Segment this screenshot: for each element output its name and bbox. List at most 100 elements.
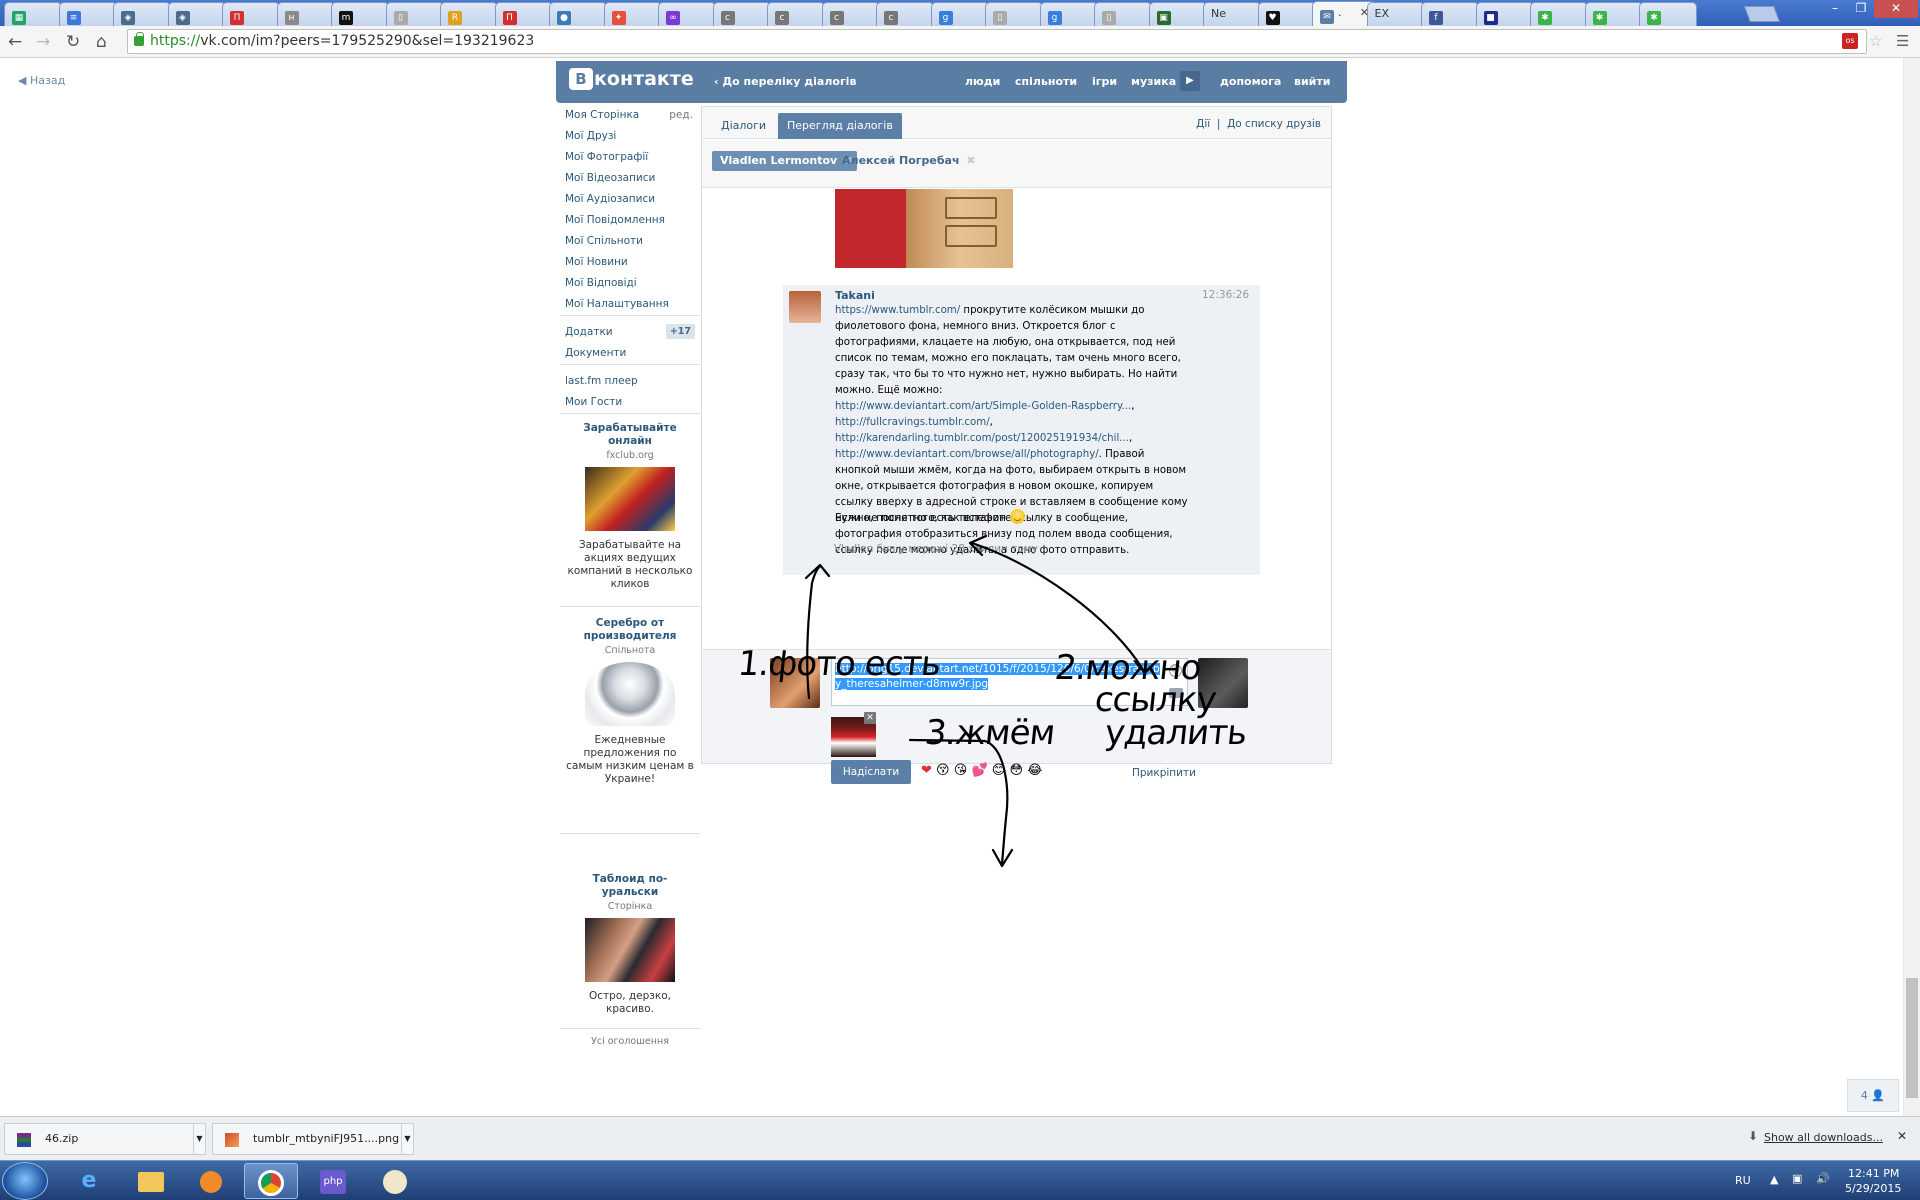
browser-tab[interactable]: ▯ <box>985 2 1043 26</box>
flushed-emoji-icon[interactable]: 😳 <box>1009 763 1023 778</box>
close-window-button[interactable]: ✕ <box>1874 0 1918 18</box>
menu-item-audio[interactable]: Мої Аудіозаписи <box>565 193 695 205</box>
ad-block[interactable]: Зарабатывайте онлайн fxclub.org Зарабаты… <box>565 422 695 591</box>
lastpass-icon[interactable]: os <box>1842 33 1858 49</box>
menu-item-communities[interactable]: Мої Спільноти <box>565 235 695 247</box>
clock-date[interactable]: 5/29/2015 <box>1845 1182 1901 1195</box>
chevron-down-icon[interactable]: ▼ <box>193 1124 205 1154</box>
nav-communities[interactable]: спільноти <box>1015 75 1077 88</box>
nav-music[interactable]: музика <box>1131 75 1176 88</box>
bookmark-star-icon[interactable]: ☆ <box>1869 32 1882 50</box>
browser-tab[interactable]: ● <box>549 2 607 26</box>
language-indicator[interactable]: RU <box>1735 1174 1751 1187</box>
message-link[interactable]: http://www.deviantart.com/browse/all/pho… <box>835 449 1099 460</box>
volume-icon[interactable]: 🔊 <box>1816 1172 1830 1185</box>
message-author[interactable]: Takani <box>835 289 875 302</box>
show-all-downloads-link[interactable]: Show all downloads... <box>1764 1131 1883 1144</box>
back-to-dialogs-link[interactable]: ‹ До переліку діалогів <box>714 75 856 88</box>
browser-tab[interactable]: ✦ <box>603 2 662 26</box>
menu-item-videos[interactable]: Мої Відеозаписи <box>565 172 695 184</box>
browser-tab[interactable]: ◈ <box>113 2 171 26</box>
show-hidden-icons-icon[interactable]: ▲ <box>1770 1173 1778 1186</box>
page-scrollbar[interactable] <box>1903 58 1920 1116</box>
ad-block[interactable]: Таблоид по-уральски Сторінка Остро, дерз… <box>565 873 695 1016</box>
message-photo[interactable] <box>835 189 1013 268</box>
explorer-icon[interactable] <box>124 1163 178 1199</box>
message-link[interactable]: http://fullcravings.tumblr.com/ <box>835 417 990 428</box>
play-icon[interactable]: ▶ <box>1180 71 1200 91</box>
attach-link[interactable]: Прикріпити <box>1132 767 1196 779</box>
ad-image[interactable] <box>585 662 675 726</box>
browser-tab[interactable]: ▦ <box>4 2 62 26</box>
browser-tab[interactable]: R <box>440 2 498 26</box>
tab-view-dialogs[interactable]: Перегляд діалогів <box>778 113 902 139</box>
download-item[interactable]: 46.zip ▼ <box>4 1123 206 1155</box>
close-icon[interactable]: ✕ <box>1897 1129 1907 1143</box>
menu-item-photos[interactable]: Мої Фотографії <box>565 151 695 163</box>
nav-people[interactable]: люди <box>965 75 1000 88</box>
browser-tab[interactable]: m <box>331 2 389 26</box>
nav-help[interactable]: допомога <box>1220 75 1281 88</box>
message-link[interactable]: http://www.deviantart.com/art/Simple-Gol… <box>835 401 1131 412</box>
peer-tab-aleksey[interactable]: Алексей Погребач ✖ <box>834 151 980 171</box>
browser-tab[interactable]: EX <box>1366 2 1425 26</box>
menu-item-replies[interactable]: Мої Відповіді <box>565 277 695 289</box>
menu-item-documents[interactable]: Документи <box>565 347 695 359</box>
browser-tab[interactable]: c <box>876 2 934 26</box>
online-friends-counter[interactable]: 4 👤 <box>1847 1079 1899 1112</box>
menu-icon[interactable]: ☰ <box>1896 32 1909 50</box>
menu-item-messages[interactable]: Мої Повідомлення <box>565 214 695 226</box>
clock-time[interactable]: 12:41 PM <box>1848 1167 1899 1180</box>
chrome-icon[interactable] <box>244 1163 298 1199</box>
kissing-wink-emoji-icon[interactable]: 😘 <box>954 763 968 778</box>
tab-dialogs[interactable]: Діалоги <box>712 113 775 139</box>
ad-title[interactable]: Серебро от производителя <box>565 617 695 643</box>
browser-tab[interactable]: ▯ <box>385 2 444 26</box>
remove-attachment-icon[interactable]: ✕ <box>864 712 876 724</box>
menu-item-guests[interactable]: Мои Гости <box>565 396 695 408</box>
ad-text[interactable]: Ежедневные предложения по самым низким ц… <box>565 734 695 786</box>
browser-tab[interactable]: ✱ <box>1584 2 1643 26</box>
browser-tab[interactable]: c <box>821 2 880 26</box>
browser-tab[interactable]: ∞ <box>658 2 716 26</box>
vk-logo[interactable]: Вконтакте <box>569 68 694 90</box>
menu-item-settings[interactable]: Мої Налаштування <box>565 298 695 310</box>
actions-link[interactable]: Дії <box>1196 118 1210 130</box>
nav-games[interactable]: ігри <box>1092 75 1117 88</box>
friends-list-link[interactable]: До списку друзів <box>1227 118 1321 130</box>
browser-tab[interactable]: П <box>222 2 280 26</box>
download-item[interactable]: tumblr_mtbyniFJ951....png ▼ <box>212 1123 414 1155</box>
kissing-emoji-icon[interactable]: 😚 <box>936 763 950 778</box>
nav-logout[interactable]: вийти <box>1294 75 1330 88</box>
menu-item-lastfm[interactable]: last.fm плеер <box>565 375 695 387</box>
ad-title[interactable]: Зарабатывайте онлайн <box>565 422 695 448</box>
ie-icon[interactable]: e <box>62 1163 116 1199</box>
start-button[interactable] <box>2 1162 48 1200</box>
ad-text[interactable]: Зарабатывайте на акциях ведущих компаний… <box>565 539 695 591</box>
reload-icon[interactable]: ↻ <box>66 32 80 52</box>
phpstorm-icon[interactable]: php <box>306 1163 360 1199</box>
ad-text[interactable]: Остро, дерзко, красиво. <box>565 990 695 1016</box>
back-link[interactable]: ◀ Назад <box>18 74 65 87</box>
close-icon[interactable]: ✖ <box>966 151 975 171</box>
send-button[interactable]: Надіслати <box>831 760 911 784</box>
menu-item-my-page[interactable]: Моя Сторінка ред. <box>565 109 695 121</box>
maximize-button[interactable]: ❐ <box>1848 0 1874 18</box>
heart-emoji-icon[interactable]: ❤ <box>921 763 932 778</box>
ad-title[interactable]: Таблоид по-уральски <box>565 873 695 899</box>
browser-tab[interactable]: ♥ <box>1257 2 1316 26</box>
browser-tab[interactable]: ≡ <box>58 2 117 26</box>
browser-tab[interactable]: ✱ <box>1639 2 1697 26</box>
ad-image[interactable] <box>585 918 675 982</box>
browser-tab[interactable]: f <box>1421 2 1479 26</box>
browser-tab[interactable]: ▯ <box>1094 2 1152 26</box>
edit-link[interactable]: ред. <box>669 109 693 121</box>
ad-image[interactable] <box>585 467 675 531</box>
browser-tab[interactable]: ✱ <box>1530 2 1588 26</box>
browser-tab[interactable]: c <box>712 2 771 26</box>
laughing-emoji-icon[interactable]: 😂 <box>1027 763 1042 778</box>
new-tab-button[interactable] <box>1744 6 1780 22</box>
network-icon[interactable]: ▣ <box>1792 1172 1802 1185</box>
menu-item-friends[interactable]: Мої Друзі <box>565 130 695 142</box>
browser-tab[interactable]: g <box>930 2 989 26</box>
